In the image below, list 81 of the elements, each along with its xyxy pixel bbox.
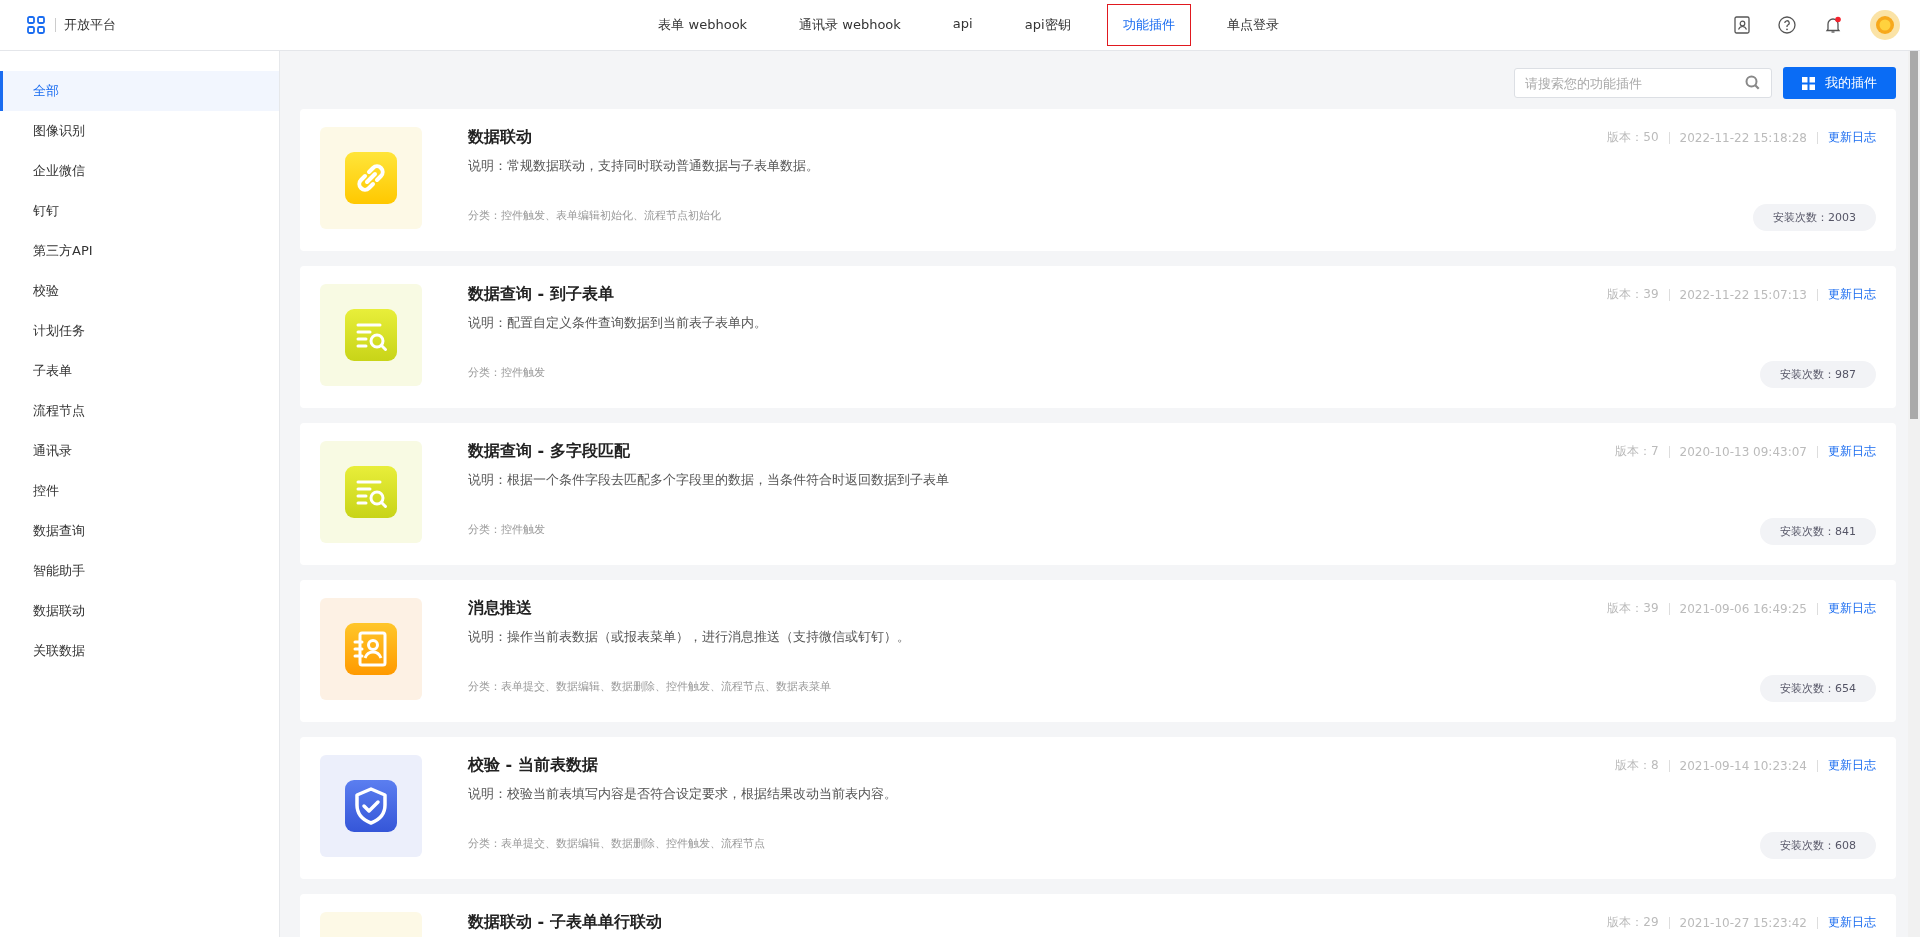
plugin-category: 分类：表单提交、数据编辑、数据删除、控件触发、流程节点、数据表菜单 xyxy=(468,679,831,694)
contacts-icon[interactable] xyxy=(1734,16,1750,34)
update-date: 2022-11-22 15:18:28 xyxy=(1679,130,1807,145)
my-plugins-button[interactable]: 我的插件 xyxy=(1783,67,1896,99)
scrollbar-thumb[interactable] xyxy=(1910,51,1918,419)
plugin-card[interactable]: 数据联动 - 子表单单行联动 版本：29 2021-10-27 15:23:42 更新日志 xyxy=(300,894,1896,937)
category-item[interactable]: 智能助手 xyxy=(0,551,279,591)
nav-tab[interactable]: api密钥 xyxy=(1008,4,1087,46)
install-count: 安装次数：987 xyxy=(1760,361,1876,388)
plugin-icon xyxy=(345,466,397,518)
changelog-link[interactable]: 更新日志 xyxy=(1828,600,1876,617)
category-item[interactable]: 流程节点 xyxy=(0,391,279,431)
plugin-description: 说明：校验当前表填写内容是否符合设定要求，根据结果改动当前表内容。 xyxy=(468,785,897,803)
category-item[interactable]: 第三方API xyxy=(0,231,279,271)
changelog-link[interactable]: 更新日志 xyxy=(1828,286,1876,303)
plugin-icon xyxy=(345,309,397,361)
plugin-title: 数据联动 xyxy=(468,127,532,147)
category-item[interactable]: 全部 xyxy=(0,71,279,111)
version-label: 版本：50 xyxy=(1607,129,1659,146)
install-count: 安装次数：841 xyxy=(1760,518,1876,545)
nav-tab[interactable]: api xyxy=(936,4,989,46)
search-icon[interactable] xyxy=(1745,75,1760,90)
changelog-link[interactable]: 更新日志 xyxy=(1828,129,1876,146)
version-label: 版本：7 xyxy=(1614,443,1659,460)
update-date: 2021-09-14 10:23:24 xyxy=(1679,758,1807,773)
plugin-title: 数据联动 - 子表单单行联动 xyxy=(468,912,662,932)
category-item[interactable]: 关联数据 xyxy=(0,631,279,671)
category-item[interactable]: 图像识别 xyxy=(0,111,279,151)
apps-icon[interactable] xyxy=(27,16,45,34)
nav-tab[interactable]: 表单 webhook xyxy=(642,4,764,46)
changelog-link[interactable]: 更新日志 xyxy=(1828,757,1876,774)
grid-icon xyxy=(1802,76,1815,90)
platform-title: 开放平台 xyxy=(64,16,116,34)
update-date: 2021-10-27 15:23:42 xyxy=(1679,915,1807,930)
plugin-description: 说明：操作当前表数据（或报表菜单），进行消息推送（支持微信或钉钉）。 xyxy=(468,628,910,646)
version-label: 版本：39 xyxy=(1607,600,1659,617)
plugin-description: 说明：配置自定义条件查询数据到当前表子表单内。 xyxy=(468,314,767,332)
plugin-title: 校验 - 当前表数据 xyxy=(468,755,598,775)
changelog-link[interactable]: 更新日志 xyxy=(1828,443,1876,460)
category-item[interactable]: 子表单 xyxy=(0,351,279,391)
changelog-link[interactable]: 更新日志 xyxy=(1828,914,1876,931)
plugin-icon xyxy=(345,152,397,204)
plugin-description: 说明：根据一个条件字段去匹配多个字段里的数据，当条件符合时返回数据到子表单 xyxy=(468,471,949,489)
bell-icon[interactable] xyxy=(1824,16,1842,34)
category-item[interactable]: 企业微信 xyxy=(0,151,279,191)
category-item[interactable]: 钉钉 xyxy=(0,191,279,231)
plugin-category: 分类：控件触发 xyxy=(468,365,545,380)
update-date: 2020-10-13 09:43:07 xyxy=(1679,444,1807,459)
plugin-title: 数据查询 - 到子表单 xyxy=(468,284,614,304)
plugin-description: 说明：常规数据联动，支持同时联动普通数据与子表单数据。 xyxy=(468,157,819,175)
nav-tab[interactable]: 通讯录 webhook xyxy=(783,4,917,46)
plugin-title: 消息推送 xyxy=(468,598,532,618)
plugin-icon xyxy=(345,780,397,832)
update-date: 2021-09-06 16:49:25 xyxy=(1679,601,1807,616)
version-label: 版本：8 xyxy=(1614,757,1659,774)
plugin-card[interactable]: 校验 - 当前表数据 说明：校验当前表填写内容是否符合设定要求，根据结果改动当前表内容。 分类：表单提交、数据编辑、数据删除、控件触发、流程节点 版本：8 2021-09-14 10:23:24 更新日志 安装次数：608 xyxy=(300,737,1896,879)
plugin-card[interactable]: 数据查询 - 到子表单 说明：配置自定义条件查询数据到当前表子表单内。 分类：控件触发 版本：39 2022-11-22 15:07:13 更新日志 安装次数：987 xyxy=(300,266,1896,408)
plugin-title: 数据查询 - 多字段匹配 xyxy=(468,441,630,461)
plugin-category: 分类：表单提交、数据编辑、数据删除、控件触发、流程节点 xyxy=(468,836,765,851)
plugin-icon xyxy=(345,623,397,675)
install-count: 安装次数：2003 xyxy=(1753,204,1876,231)
search-field[interactable]: 请搜索您的功能插件 xyxy=(1514,68,1772,98)
install-count: 安装次数：654 xyxy=(1760,675,1876,702)
install-count: 安装次数：608 xyxy=(1760,832,1876,859)
category-item[interactable]: 通讯录 xyxy=(0,431,279,471)
nav-tab[interactable]: 功能插件 xyxy=(1106,4,1191,46)
category-item[interactable]: 数据联动 xyxy=(0,591,279,631)
category-item[interactable]: 数据查询 xyxy=(0,511,279,551)
plugin-category: 分类：控件触发、表单编辑初始化、流程节点初始化 xyxy=(468,208,721,223)
help-icon[interactable] xyxy=(1778,16,1796,34)
category-item[interactable]: 控件 xyxy=(0,471,279,511)
version-label: 版本：29 xyxy=(1607,914,1659,931)
plugin-card[interactable]: 消息推送 说明：操作当前表数据（或报表菜单），进行消息推送（支持微信或钉钉）。 分类：表单提交、数据编辑、数据删除、控件触发、流程节点、数据表菜单 版本：39 2021-09-06 16:49:25 更新日志 安装次数：654 xyxy=(300,580,1896,722)
plugin-card[interactable]: 数据联动 说明：常规数据联动，支持同时联动普通数据与子表单数据。 分类：控件触发、表单编辑初始化、流程节点初始化 版本：50 2022-11-22 15:18:28 更新日志 安装次数：2003 xyxy=(300,109,1896,251)
version-label: 版本：39 xyxy=(1607,286,1659,303)
nav-tab[interactable]: 单点登录 xyxy=(1210,4,1295,46)
update-date: 2022-11-22 15:07:13 xyxy=(1679,287,1807,302)
category-item[interactable]: 校验 xyxy=(0,271,279,311)
category-item[interactable]: 计划任务 xyxy=(0,311,279,351)
plugin-category: 分类：控件触发 xyxy=(468,522,545,537)
plugin-card[interactable]: 数据查询 - 多字段匹配 说明：根据一个条件字段去匹配多个字段里的数据，当条件符合时返回数据到子表单 分类：控件触发 版本：7 2020-10-13 09:43:07 更新日志 安装次数：841 xyxy=(300,423,1896,565)
